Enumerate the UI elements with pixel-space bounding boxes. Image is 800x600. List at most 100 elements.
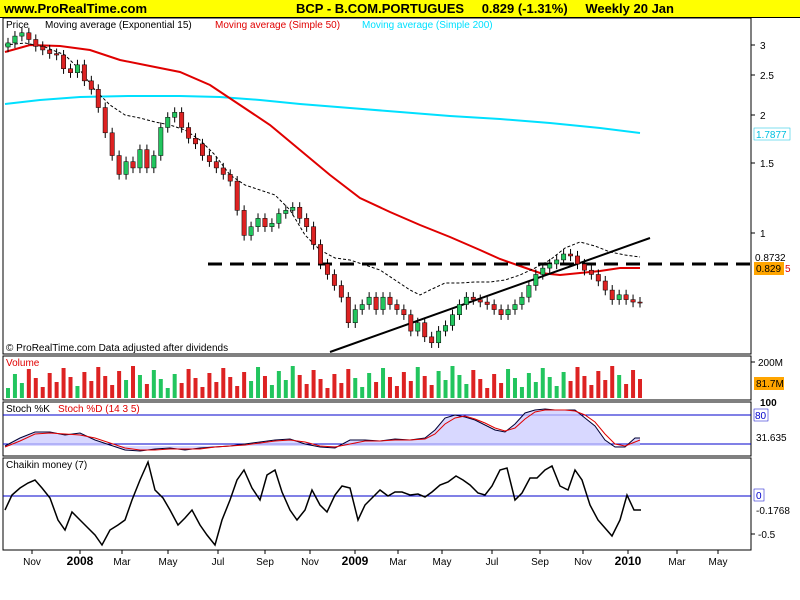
candle-body[interactable]: [262, 218, 268, 227]
candle-body[interactable]: [40, 46, 46, 51]
candle-body[interactable]: [81, 64, 87, 82]
candle-body[interactable]: [213, 161, 219, 169]
candle-body[interactable]: [331, 274, 337, 286]
candle-body[interactable]: [443, 325, 448, 332]
candle-body[interactable]: [276, 213, 282, 224]
candle-body[interactable]: [602, 280, 608, 291]
candle-body[interactable]: [5, 42, 11, 48]
chaikin-panel[interactable]: [2, 457, 752, 551]
volume-bar: [214, 382, 219, 398]
candle-body[interactable]: [158, 127, 164, 156]
legend-sma50: Moving average (Simple 50): [215, 20, 340, 31]
candle-body[interactable]: [61, 54, 67, 69]
candle-body[interactable]: [33, 39, 39, 47]
candle-body[interactable]: [255, 218, 261, 227]
candle-body[interactable]: [123, 161, 129, 175]
candle-body[interactable]: [588, 269, 594, 275]
candle-body[interactable]: [394, 304, 400, 310]
candle-body[interactable]: [109, 132, 115, 156]
candle-body[interactable]: [269, 223, 275, 227]
candle-body[interactable]: [75, 64, 80, 73]
candle-body[interactable]: [436, 330, 442, 344]
candle-body[interactable]: [151, 155, 157, 169]
candle-body[interactable]: [519, 296, 525, 305]
candle-body[interactable]: [456, 304, 462, 315]
candle-body[interactable]: [352, 309, 358, 324]
candle-body[interactable]: [422, 322, 428, 338]
candle-body[interactable]: [470, 296, 476, 300]
candle-body[interactable]: [297, 206, 303, 219]
candle-body[interactable]: [380, 296, 386, 310]
candle-body[interactable]: [463, 296, 469, 305]
candle-body[interactable]: [68, 68, 73, 73]
candle-body[interactable]: [609, 289, 615, 300]
candle-body[interactable]: [533, 274, 539, 286]
candle-body[interactable]: [144, 149, 150, 169]
candle-body[interactable]: [311, 226, 317, 245]
candle-body[interactable]: [540, 267, 546, 275]
candle-body[interactable]: [186, 127, 192, 139]
candle-body[interactable]: [19, 32, 25, 37]
candle-body[interactable]: [248, 226, 254, 236]
candle-body[interactable]: [491, 304, 497, 310]
candle-body[interactable]: [318, 244, 323, 265]
candle-body[interactable]: [325, 263, 330, 275]
volume-bar: [186, 369, 191, 398]
candle-body[interactable]: [477, 299, 483, 303]
candle-body[interactable]: [637, 301, 643, 304]
candle-body[interactable]: [130, 161, 136, 169]
candle-body[interactable]: [484, 301, 490, 305]
candle-body[interactable]: [547, 263, 553, 269]
candle-body[interactable]: [366, 296, 372, 305]
candle-body[interactable]: [304, 218, 310, 227]
candle-body[interactable]: [193, 138, 198, 145]
candle-body[interactable]: [561, 253, 567, 261]
candle-body[interactable]: [387, 296, 393, 305]
candle-body[interactable]: [429, 336, 435, 344]
candle-body[interactable]: [220, 167, 226, 175]
candle-body[interactable]: [206, 155, 212, 162]
candle-body[interactable]: [505, 309, 511, 315]
candle-body[interactable]: [26, 32, 32, 40]
candle-body[interactable]: [283, 210, 289, 214]
stoch-top-partial: 100: [760, 398, 777, 409]
candle-body[interactable]: [172, 112, 178, 118]
candle-body[interactable]: [137, 149, 143, 169]
candle-body[interactable]: [401, 309, 407, 315]
candle-body[interactable]: [595, 274, 601, 282]
candle-body[interactable]: [165, 117, 171, 128]
candle-body[interactable]: [116, 155, 122, 175]
candle-body[interactable]: [575, 255, 580, 265]
candle-body[interactable]: [234, 180, 240, 211]
candle-body[interactable]: [290, 206, 296, 211]
candle-body[interactable]: [408, 314, 414, 332]
candle-body[interactable]: [200, 143, 205, 156]
candle-body[interactable]: [345, 296, 351, 324]
candle-body[interactable]: [554, 259, 560, 265]
candle-body[interactable]: [102, 107, 108, 134]
candle-body[interactable]: [179, 112, 185, 128]
candle-body[interactable]: [54, 53, 60, 56]
candle-body[interactable]: [450, 314, 455, 326]
candle-body[interactable]: [359, 304, 365, 310]
candle-body[interactable]: [241, 210, 247, 236]
candle-body[interactable]: [12, 35, 18, 44]
candle-body[interactable]: [88, 80, 94, 90]
candle-body[interactable]: [568, 253, 573, 257]
volume-bar: [547, 377, 552, 398]
candle-body[interactable]: [415, 322, 421, 332]
candle-body[interactable]: [95, 89, 101, 108]
candle-body[interactable]: [526, 285, 532, 298]
candle-body[interactable]: [616, 294, 622, 300]
candle-body[interactable]: [373, 296, 379, 310]
candle-body[interactable]: [227, 174, 233, 182]
candle-body[interactable]: [498, 309, 504, 315]
candle-body[interactable]: [512, 304, 518, 310]
candle-body[interactable]: [338, 285, 344, 298]
candle-body[interactable]: [581, 263, 587, 271]
volume-bar: [624, 384, 629, 398]
candle-body[interactable]: [623, 294, 629, 300]
chart-canvas[interactable]: Price Moving average (Exponential 15) Mo…: [0, 0, 800, 600]
candle-body[interactable]: [47, 49, 53, 54]
candle-body[interactable]: [630, 299, 636, 303]
